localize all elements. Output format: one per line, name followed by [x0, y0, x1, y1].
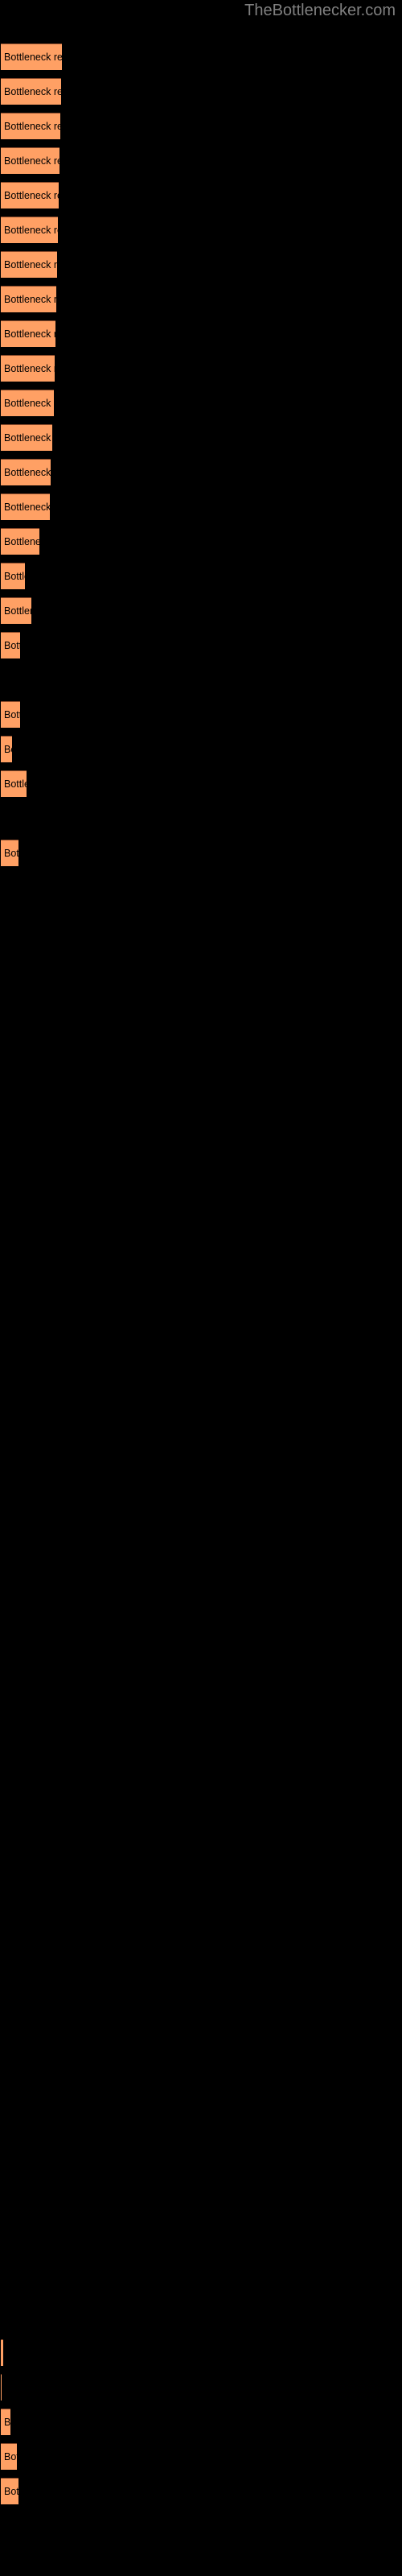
- chart-bar[interactable]: Bottleneck result: [1, 459, 51, 485]
- chart-bar-label: Bottleneck result: [4, 605, 31, 617]
- chart-bar-label: Bottleneck result: [4, 744, 12, 755]
- chart-bar[interactable]: Bottleneck result: [1, 78, 61, 105]
- chart-bar[interactable]: Bottleneck result: [1, 113, 60, 139]
- chart-bar[interactable]: Bottleneck result: [1, 286, 56, 312]
- chart-bar[interactable]: Bottleneck result: [1, 528, 39, 555]
- chart-bar-label: Bottleneck result: [4, 432, 52, 444]
- chart-bar-label: Bottleneck result: [4, 502, 50, 513]
- chart-bar[interactable]: Bottleneck result: [1, 147, 59, 174]
- chart-bar[interactable]: Bottleneck result: [1, 701, 20, 728]
- chart-bar[interactable]: Bottleneck result: [1, 182, 59, 208]
- bottleneck-chart-page: TheBottlenecker.com Bottleneck resultBot…: [0, 0, 402, 2576]
- chart-bar-label: Bottleneck result: [4, 190, 59, 201]
- chart-bar[interactable]: Bottleneck result: [1, 43, 62, 70]
- chart-bar-label: Bottleneck result: [4, 121, 60, 132]
- chart-bar[interactable]: Bottleneck result: [1, 736, 12, 762]
- chart-bar-label: Bottleneck result: [4, 467, 51, 478]
- chart-bar-label: Bottleneck result: [4, 2451, 17, 2462]
- chart-bar-label: Bottleneck result: [4, 328, 55, 340]
- chart-bar-label: Bottleneck result: [4, 155, 59, 167]
- chart-bar[interactable]: Bottleneck result: [1, 2409, 10, 2435]
- chart-bar-label: Bottleneck result: [4, 536, 39, 547]
- chart-bar[interactable]: Bottleneck result: [1, 493, 50, 520]
- chart-bar[interactable]: Bottleneck result: [1, 424, 52, 451]
- chart-bar-label: Bottleneck result: [4, 571, 25, 582]
- chart-bar[interactable]: Bottleneck result: [1, 840, 18, 866]
- chart-bar-label: Bottleneck result: [4, 259, 57, 270]
- chart-bar[interactable]: Bottleneck result: [1, 2443, 17, 2470]
- chart-bar[interactable]: Bottleneck result: [1, 2339, 3, 2366]
- chart-bar-label: Bottleneck result: [4, 640, 20, 651]
- chart-bar[interactable]: Bottleneck result: [1, 217, 58, 243]
- chart-bar[interactable]: Bottleneck result: [1, 770, 27, 797]
- chart-bar-label: Bottleneck result: [4, 398, 54, 409]
- chart-bar-label: Bottleneck result: [4, 225, 58, 236]
- chart-bar-label: Bottleneck result: [4, 86, 61, 97]
- chart-bar-label: Bottleneck result: [4, 294, 56, 305]
- chart-bar-label: Bottleneck result: [4, 848, 18, 859]
- chart-bar[interactable]: Bottleneck result: [1, 597, 31, 624]
- chart-bar[interactable]: Bottleneck result: [1, 251, 57, 278]
- chart-bar-label: Bottleneck result: [4, 363, 55, 374]
- chart-bar-label: Bottleneck result: [4, 2417, 10, 2428]
- chart-bar[interactable]: Bottleneck result: [1, 632, 20, 658]
- chart-bar-label: Bottleneck result: [4, 52, 62, 63]
- chart-bar[interactable]: Bottleneck result: [1, 390, 54, 416]
- chart-bar-label: Bottleneck result: [4, 709, 20, 720]
- chart-bar-label: Bottleneck result: [4, 2486, 18, 2497]
- bar-chart-plot-area: Bottleneck result Bottleneck result Bottle…: [0, 0, 402, 2576]
- chart-bar[interactable]: Bottleneck result: [1, 2478, 18, 2504]
- chart-bar[interactable]: Bottleneck result: [1, 2374, 2, 2401]
- chart-bar[interactable]: Bottleneck result: [1, 320, 55, 347]
- chart-bar[interactable]: Bottleneck result: [1, 355, 55, 382]
- chart-bar-label: Bottleneck result: [4, 778, 27, 790]
- chart-bar[interactable]: Bottleneck result: [1, 563, 25, 589]
